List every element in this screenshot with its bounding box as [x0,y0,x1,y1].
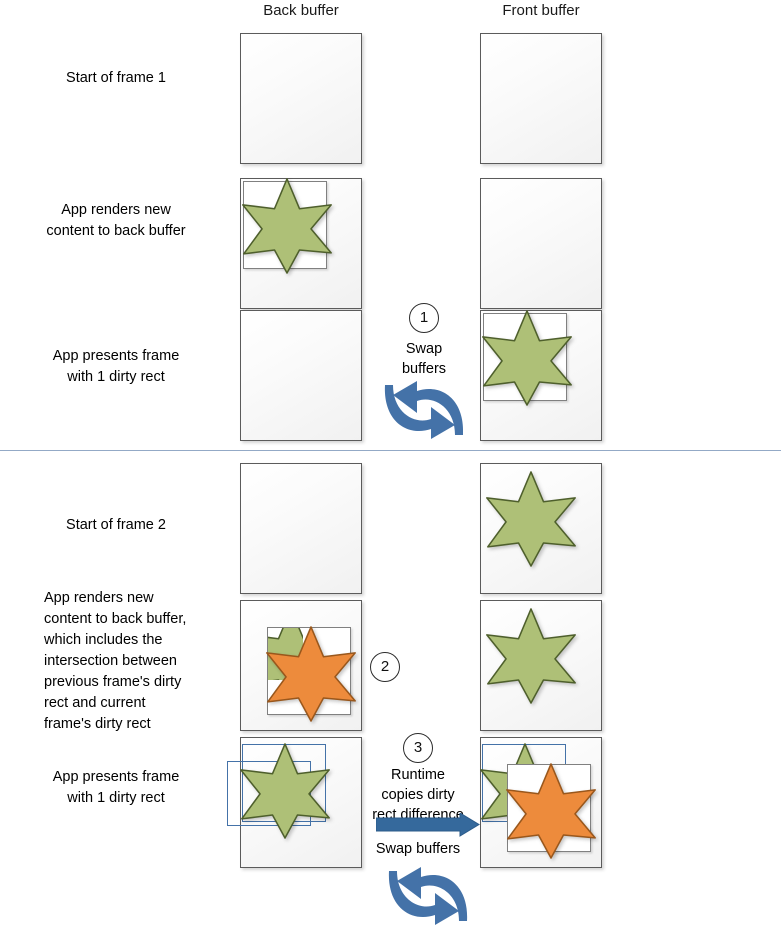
buffer-front-row5 [480,600,602,731]
buffer-back-row1 [240,33,362,164]
column-header-back-buffer: Back buffer [263,2,339,19]
row-label-app-renders-frame1: App renders new content to back buffer [46,202,186,239]
row-label-start-of-frame-2: Start of frame 2 [66,517,166,533]
row-label-app-presents-frame1: App presents frame with 1 dirty rect [52,348,180,385]
step-1-caption: Swap buffers [401,341,447,377]
section-divider [0,450,781,451]
green-star-icon [239,175,335,277]
buffer-front-row1 [480,33,602,164]
green-star-icon [237,740,333,842]
buffer-front-row3 [480,310,602,441]
green-star-icon [483,468,579,570]
buffer-back-row2 [240,178,362,309]
step-marker-3: 3 [403,733,433,763]
row-label-app-presents-frame2: App presents frame with 1 dirty rect [52,769,180,806]
row-label-start-of-frame-1: Start of frame 1 [66,70,166,86]
buffer-back-row3 [240,310,362,441]
buffer-back-row4 [240,463,362,594]
swap-buffers-icon [381,379,467,441]
step-marker-1: 1 [409,303,439,333]
orange-star-icon [263,623,359,725]
green-star-icon [479,307,575,409]
buffer-front-row6 [480,737,602,868]
step-3-swap-caption: Swap buffers [375,841,461,857]
orange-star-icon [503,760,599,862]
swap-buffers-icon [385,865,471,927]
green-star-icon [483,605,579,707]
buffer-back-row5 [240,600,362,731]
row-label-app-renders-frame2: App renders new content to back buffer, wh… [44,590,187,732]
step-marker-2: 2 [370,652,400,682]
diagram-canvas: Back buffer Front buffer Start of frame … [0,0,781,925]
buffer-back-row6 [227,737,362,868]
buffer-front-row4 [480,463,602,594]
column-header-front-buffer: Front buffer [502,2,580,19]
copy-arrow-icon [376,813,480,837]
buffer-front-row2 [480,178,602,309]
